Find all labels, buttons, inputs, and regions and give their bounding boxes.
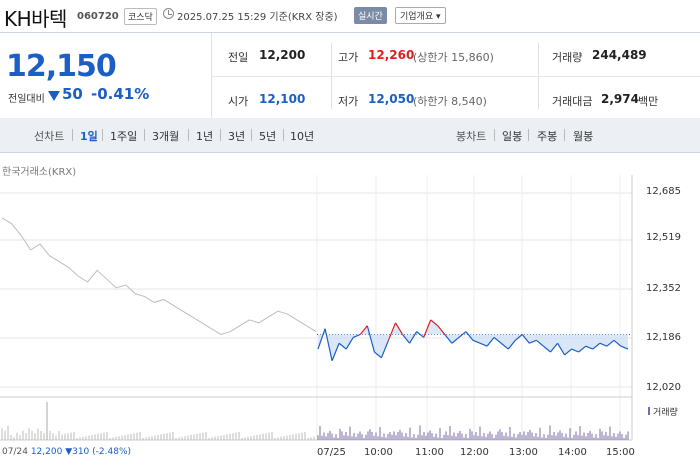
divider: [211, 76, 700, 77]
prev-day-line: [1, 217, 317, 336]
y-tick: 12,685: [646, 186, 681, 197]
footer-change: ▼310 (-2.48%): [65, 447, 132, 457]
prev-close-value: 12,200: [259, 48, 306, 62]
change-value: 50: [62, 85, 83, 103]
clock-icon: [163, 8, 174, 19]
price-chart[interactable]: [0, 175, 700, 465]
stock-header: KH바텍 060720 코스닥 2025.07.25 15:29 기준(KRX …: [0, 0, 700, 32]
high-value: 12,260: [368, 48, 415, 62]
change-label: 전일대비: [8, 94, 45, 105]
x-tick: 12:00: [460, 447, 489, 458]
company-overview-dropdown[interactable]: 기업개요 ▾: [395, 7, 446, 24]
market-badge: 코스닥: [124, 8, 157, 25]
tab-1day[interactable]: 1일: [80, 128, 98, 144]
tab-3month[interactable]: 3개월: [152, 128, 179, 144]
prev-close-label: 전일: [228, 51, 249, 64]
down-arrow-icon: [48, 91, 60, 101]
x-tick: 10:00: [364, 447, 393, 458]
y-tick: 12,020: [646, 382, 681, 393]
change-percent: -0.41%: [91, 85, 150, 103]
tab-daily[interactable]: 일봉: [502, 128, 522, 144]
volume-value: 244,489: [592, 48, 647, 62]
x-tick: 13:00: [509, 447, 538, 458]
footer-price: 12,200: [30, 447, 63, 457]
lower-limit: (하한가 8,540): [413, 95, 487, 108]
amount-value: 2,974: [601, 92, 639, 106]
timestamp: 2025.07.25 15:29 기준(KRX 장중): [177, 12, 338, 23]
x-tick: 14:00: [558, 447, 587, 458]
amount-unit: 백만: [638, 95, 659, 108]
tab-3year[interactable]: 3년: [228, 128, 245, 144]
realtime-button[interactable]: 실시간: [354, 7, 387, 24]
current-price: 12,150: [6, 49, 117, 84]
stock-code: 060720: [77, 11, 119, 22]
high-label: 고가: [338, 51, 359, 64]
upper-limit: (상한가 15,860): [413, 51, 494, 64]
line-chart-label: 선차트: [34, 130, 65, 143]
volume-legend: 거래량: [648, 405, 678, 418]
tab-5year[interactable]: 5년: [259, 128, 276, 144]
y-tick: 12,352: [646, 283, 681, 294]
stock-name: KH바텍: [4, 7, 67, 31]
tab-1week[interactable]: 1주일: [110, 128, 137, 144]
open-label: 시가: [228, 95, 249, 108]
x-tick: 15:00: [606, 447, 635, 458]
volume-bars: [1, 402, 629, 440]
footer-date: 07/24: [2, 447, 28, 457]
tab-weekly[interactable]: 주봉: [537, 128, 557, 144]
y-tick: 12,519: [646, 232, 681, 243]
period-tabs: 선차트 1일 1주일 3개월 1년 3년 5년 10년 봉차트 일봉 주봉 월봉: [0, 118, 700, 153]
footer-info: 07/24 12,200 ▼310 (-2.48%): [2, 447, 131, 457]
x-tick: 11:00: [415, 447, 444, 458]
y-tick: 12,186: [646, 332, 681, 343]
candle-chart-label: 봉차트: [456, 130, 487, 143]
x-tick: 07/25: [317, 447, 346, 458]
tab-10year[interactable]: 10년: [290, 128, 314, 144]
chart-grid: [0, 175, 633, 441]
tab-monthly[interactable]: 월봉: [573, 128, 593, 144]
low-value: 12,050: [368, 92, 415, 106]
open-value: 12,100: [259, 92, 306, 106]
low-label: 저가: [338, 95, 359, 108]
amount-label: 거래대금: [552, 95, 593, 108]
tab-1year[interactable]: 1년: [196, 128, 213, 144]
volume-label: 거래량: [552, 51, 583, 64]
price-summary: 12,150 전일대비 50 -0.41% 전일 12,200 시가 12,10…: [0, 32, 700, 120]
